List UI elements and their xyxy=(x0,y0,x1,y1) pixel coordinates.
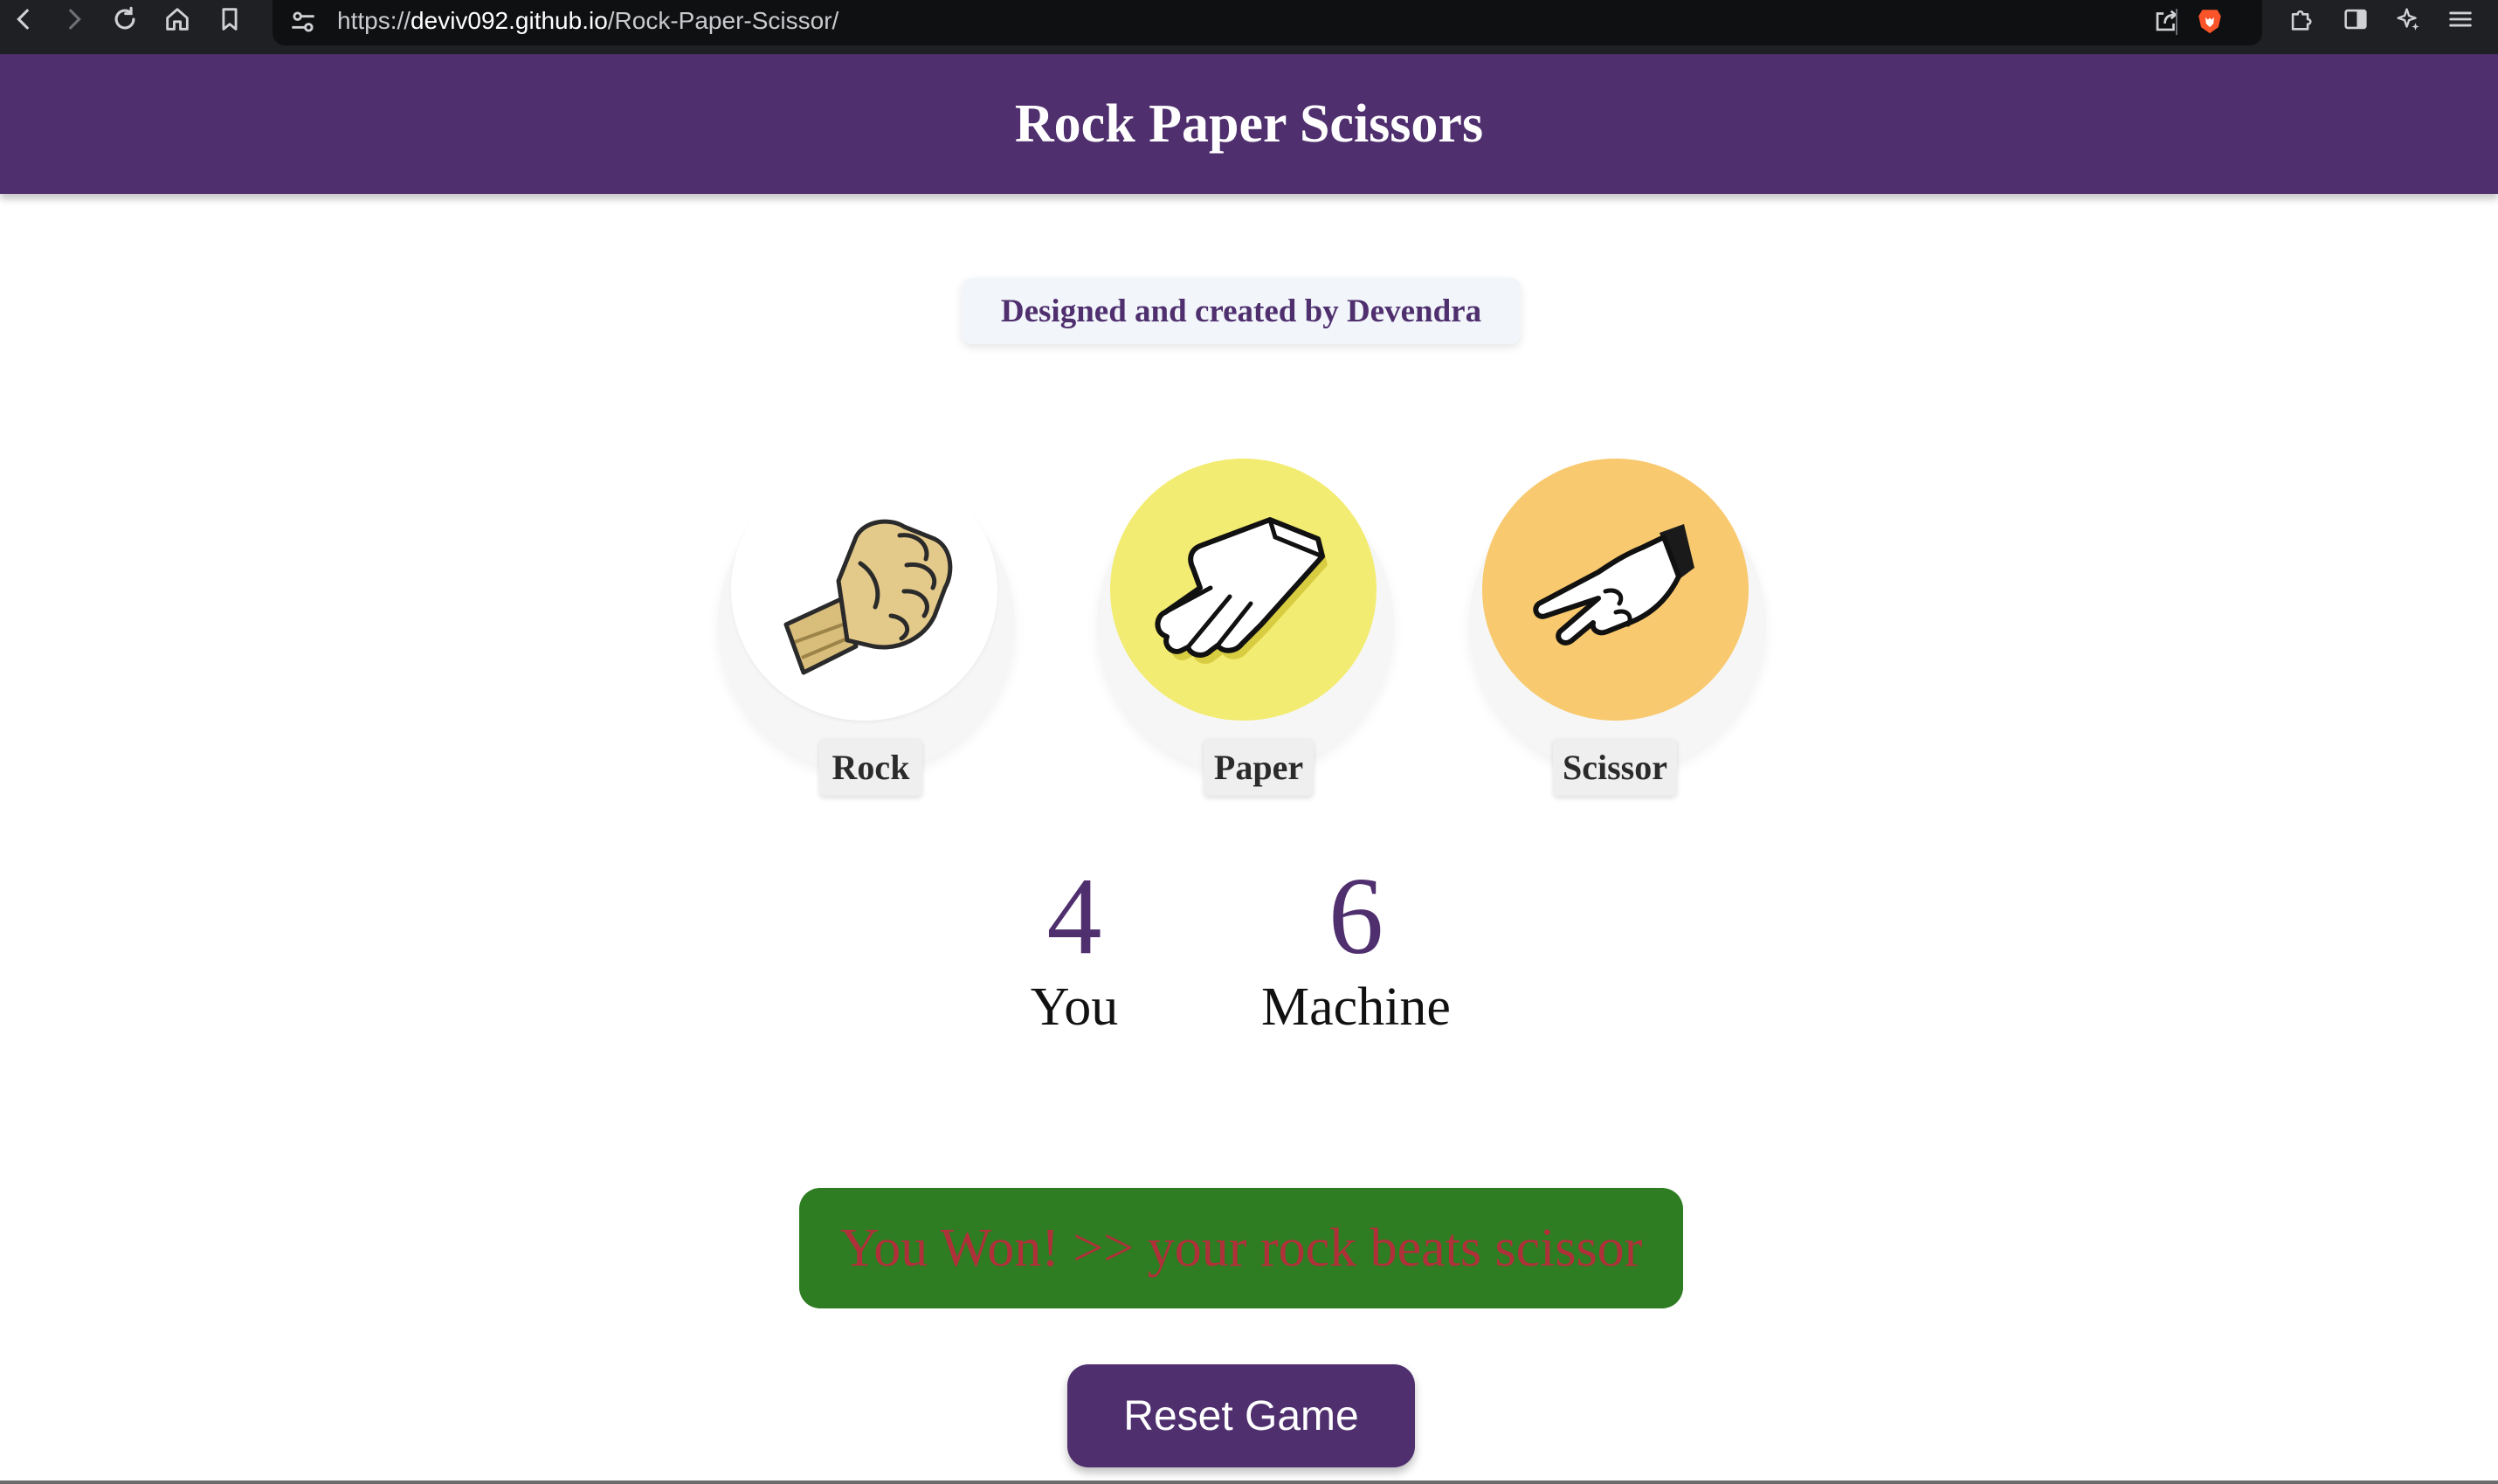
choice-label[interactable]: Scissor xyxy=(1553,738,1677,796)
home-icon xyxy=(166,8,189,31)
reset-game-button[interactable]: Reset Game xyxy=(1067,1364,1415,1467)
page-title: Rock Paper Scissors xyxy=(1014,93,1484,154)
hamburger-menu-icon xyxy=(2449,11,2472,27)
url-scheme: https:// xyxy=(337,7,411,34)
url-text[interactable]: https://deviv092.github.io/Rock-Paper-Sc… xyxy=(337,3,838,38)
site-header: Rock Paper Scissors xyxy=(0,54,2498,194)
browser-toolbar: https://deviv092.github.io/Rock-Paper-Sc… xyxy=(0,0,2498,54)
machine-score-value: 6 xyxy=(1328,856,1384,977)
choice-label[interactable]: Rock xyxy=(819,738,922,796)
site-settings-icon[interactable] xyxy=(286,5,320,38)
fist-icon xyxy=(783,519,952,675)
leo-ai-button[interactable] xyxy=(2384,0,2432,38)
machine-score-label: Machine xyxy=(1261,977,1451,1037)
sidebar-button[interactable] xyxy=(2332,0,2379,38)
chevron-right-icon xyxy=(69,9,81,30)
scissor-circle[interactable] xyxy=(1482,459,1749,721)
bookmark-icon xyxy=(222,8,238,31)
page-bottom-border xyxy=(0,1481,2498,1484)
back-button[interactable] xyxy=(2,0,45,38)
user-score: 4 You xyxy=(996,860,1153,1040)
user-score-value: 4 xyxy=(1046,856,1102,977)
forward-button[interactable] xyxy=(52,0,96,38)
reload-button[interactable] xyxy=(103,0,147,38)
choice-label[interactable]: Paper xyxy=(1204,738,1314,796)
home-button[interactable] xyxy=(155,0,199,38)
url-host: deviv092.github.io xyxy=(411,7,608,34)
chevron-left-icon xyxy=(17,9,29,30)
puzzle-icon xyxy=(2291,10,2312,31)
extensions-button[interactable] xyxy=(2278,0,2325,38)
menu-button[interactable] xyxy=(2437,0,2484,38)
paper-circle[interactable] xyxy=(1110,459,1377,721)
machine-score: 6 Machine xyxy=(1232,860,1480,1040)
user-score-label: You xyxy=(1030,977,1119,1037)
sidebar-icon xyxy=(2344,9,2367,30)
reload-icon xyxy=(114,6,135,30)
rock-circle[interactable] xyxy=(731,459,997,721)
credit-banner: Designed and created by Devendra xyxy=(962,278,1521,344)
scissor-hand-icon xyxy=(1532,524,1694,645)
brave-shields-button[interactable] xyxy=(2191,2,2229,40)
address-bar-divider xyxy=(2176,9,2177,35)
choice-paper[interactable]: Paper xyxy=(1097,459,1394,808)
result-message: You Won! >> your rock beats scissor xyxy=(799,1188,1683,1308)
bookmark-button[interactable] xyxy=(208,0,252,38)
choice-rock[interactable]: Rock xyxy=(718,459,1015,808)
sparkle-icon xyxy=(2397,8,2419,31)
brave-lion-icon xyxy=(2198,10,2221,34)
share-button[interactable] xyxy=(2147,2,2185,40)
open-hand-icon xyxy=(1155,517,1328,664)
address-bar[interactable]: https://deviv092.github.io/Rock-Paper-Sc… xyxy=(273,0,2262,45)
choice-scissor[interactable]: Scissor xyxy=(1469,459,1766,808)
url-path: /Rock-Paper-Scissor/ xyxy=(607,7,839,34)
